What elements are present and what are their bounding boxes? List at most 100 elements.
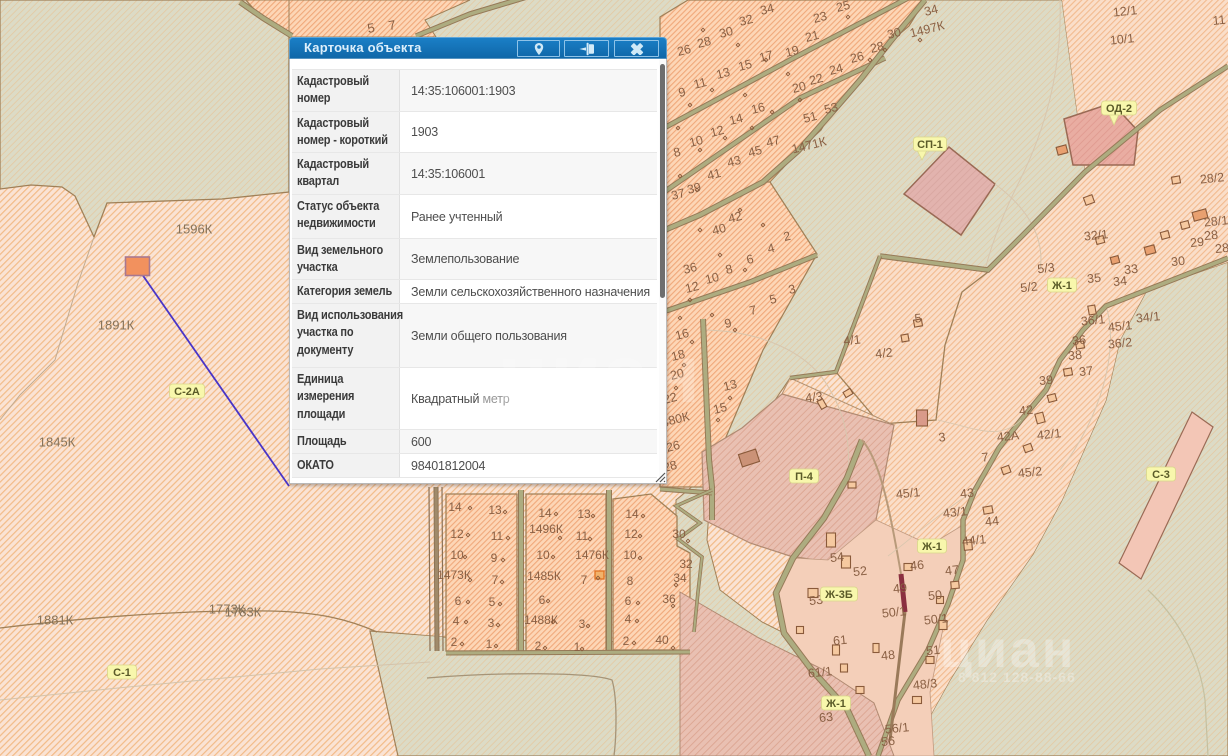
svg-text:34: 34 (673, 571, 687, 585)
svg-text:28/1: 28/1 (1203, 213, 1228, 229)
svg-text:28: 28 (1203, 228, 1218, 243)
svg-text:50/1: 50/1 (881, 604, 907, 620)
svg-text:С-1: С-1 (113, 667, 131, 679)
svg-text:14: 14 (538, 506, 552, 520)
svg-text:28/2: 28/2 (1199, 170, 1225, 186)
svg-text:2: 2 (535, 639, 542, 653)
svg-text:1783К: 1783К (225, 605, 262, 620)
svg-text:34/1: 34/1 (1135, 309, 1161, 325)
svg-text:7: 7 (492, 573, 499, 587)
svg-text:32/1: 32/1 (1083, 227, 1109, 243)
svg-text:5: 5 (489, 595, 496, 609)
svg-text:С-3: С-3 (1152, 469, 1170, 481)
svg-text:6: 6 (455, 594, 462, 608)
svg-text:5/2: 5/2 (1020, 280, 1039, 296)
svg-text:54: 54 (829, 550, 844, 565)
svg-text:СП-1: СП-1 (917, 139, 943, 151)
svg-text:36/1: 36/1 (1080, 312, 1106, 328)
svg-text:11: 11 (1212, 13, 1226, 28)
svg-text:11: 11 (576, 529, 589, 543)
svg-text:48: 48 (880, 648, 895, 663)
svg-text:1476К: 1476К (575, 548, 609, 562)
svg-text:28: 28 (1214, 241, 1228, 256)
svg-text:30: 30 (1170, 254, 1185, 269)
svg-text:4/1: 4/1 (843, 333, 862, 349)
svg-text:4: 4 (453, 614, 460, 628)
svg-text:13: 13 (577, 507, 591, 521)
svg-text:1881К: 1881К (37, 613, 74, 628)
svg-text:9: 9 (491, 551, 498, 565)
svg-text:44: 44 (984, 514, 999, 529)
svg-text:С-2А: С-2А (174, 386, 200, 398)
svg-text:48/3: 48/3 (912, 676, 938, 692)
svg-text:36: 36 (662, 592, 676, 606)
svg-text:10: 10 (450, 548, 464, 562)
svg-text:40: 40 (655, 633, 669, 647)
svg-text:43: 43 (959, 486, 974, 501)
svg-text:32: 32 (679, 557, 693, 571)
svg-text:12: 12 (624, 527, 638, 541)
svg-text:30: 30 (672, 527, 686, 541)
svg-text:42: 42 (1018, 403, 1033, 418)
svg-text:35: 35 (1086, 271, 1101, 286)
svg-text:12/1: 12/1 (1112, 3, 1138, 19)
svg-text:42А: 42А (996, 428, 1020, 444)
svg-text:50/1: 50/1 (923, 611, 949, 627)
svg-text:1: 1 (574, 640, 581, 654)
svg-text:51: 51 (925, 643, 940, 658)
svg-text:ОД-2: ОД-2 (1106, 103, 1132, 115)
svg-text:37: 37 (1078, 364, 1093, 379)
svg-text:6: 6 (539, 593, 546, 607)
svg-text:50: 50 (927, 588, 942, 603)
svg-text:4/3: 4/3 (805, 390, 824, 406)
svg-text:Ж-1: Ж-1 (1051, 280, 1072, 292)
svg-text:45/1: 45/1 (895, 485, 921, 501)
svg-text:39: 39 (1038, 373, 1053, 388)
svg-text:3: 3 (579, 617, 586, 631)
svg-text:52: 52 (852, 564, 867, 579)
svg-text:1: 1 (486, 637, 493, 651)
svg-text:10/1: 10/1 (1109, 31, 1135, 47)
svg-text:1596К: 1596К (176, 222, 213, 237)
svg-text:29: 29 (1189, 235, 1204, 250)
svg-text:2: 2 (623, 634, 630, 648)
svg-text:36/2: 36/2 (1107, 335, 1133, 351)
svg-text:43/1: 43/1 (942, 504, 968, 520)
svg-text:49: 49 (892, 581, 907, 596)
svg-text:Ж-3Б: Ж-3Б (824, 589, 853, 601)
svg-text:56: 56 (880, 734, 895, 749)
svg-text:Ж-1: Ж-1 (825, 698, 846, 710)
svg-text:63: 63 (818, 710, 833, 725)
svg-text:4/2: 4/2 (875, 346, 894, 362)
svg-text:61: 61 (832, 633, 847, 648)
svg-text:П-4: П-4 (795, 471, 814, 483)
svg-text:11: 11 (491, 529, 504, 543)
svg-text:3: 3 (488, 616, 495, 630)
svg-text:12: 12 (450, 527, 464, 541)
svg-text:46: 46 (909, 558, 924, 573)
svg-text:47: 47 (944, 563, 959, 578)
svg-text:1473К: 1473К (437, 568, 471, 582)
svg-text:6: 6 (625, 594, 632, 608)
svg-text:5/3: 5/3 (1037, 261, 1056, 277)
svg-text:7: 7 (581, 573, 588, 587)
svg-text:2: 2 (451, 635, 458, 649)
svg-text:45/2: 45/2 (1017, 464, 1043, 480)
svg-text:33: 33 (1123, 262, 1138, 277)
svg-text:61/1: 61/1 (807, 664, 833, 680)
svg-text:10: 10 (536, 548, 550, 562)
svg-text:14: 14 (625, 507, 639, 521)
svg-text:36: 36 (1071, 333, 1086, 348)
svg-text:4: 4 (625, 612, 632, 626)
svg-text:1496К: 1496К (529, 522, 563, 536)
svg-text:13: 13 (488, 503, 502, 517)
svg-text:1845К: 1845К (39, 435, 76, 450)
svg-text:Ж-1: Ж-1 (921, 541, 942, 553)
svg-text:8: 8 (627, 574, 634, 588)
svg-text:10: 10 (623, 548, 637, 562)
svg-text:1485К: 1485К (527, 569, 561, 583)
svg-text:38: 38 (1067, 348, 1082, 363)
svg-text:42/1: 42/1 (1036, 426, 1062, 442)
svg-text:44/1: 44/1 (961, 532, 987, 548)
svg-text:1891К: 1891К (98, 318, 135, 333)
